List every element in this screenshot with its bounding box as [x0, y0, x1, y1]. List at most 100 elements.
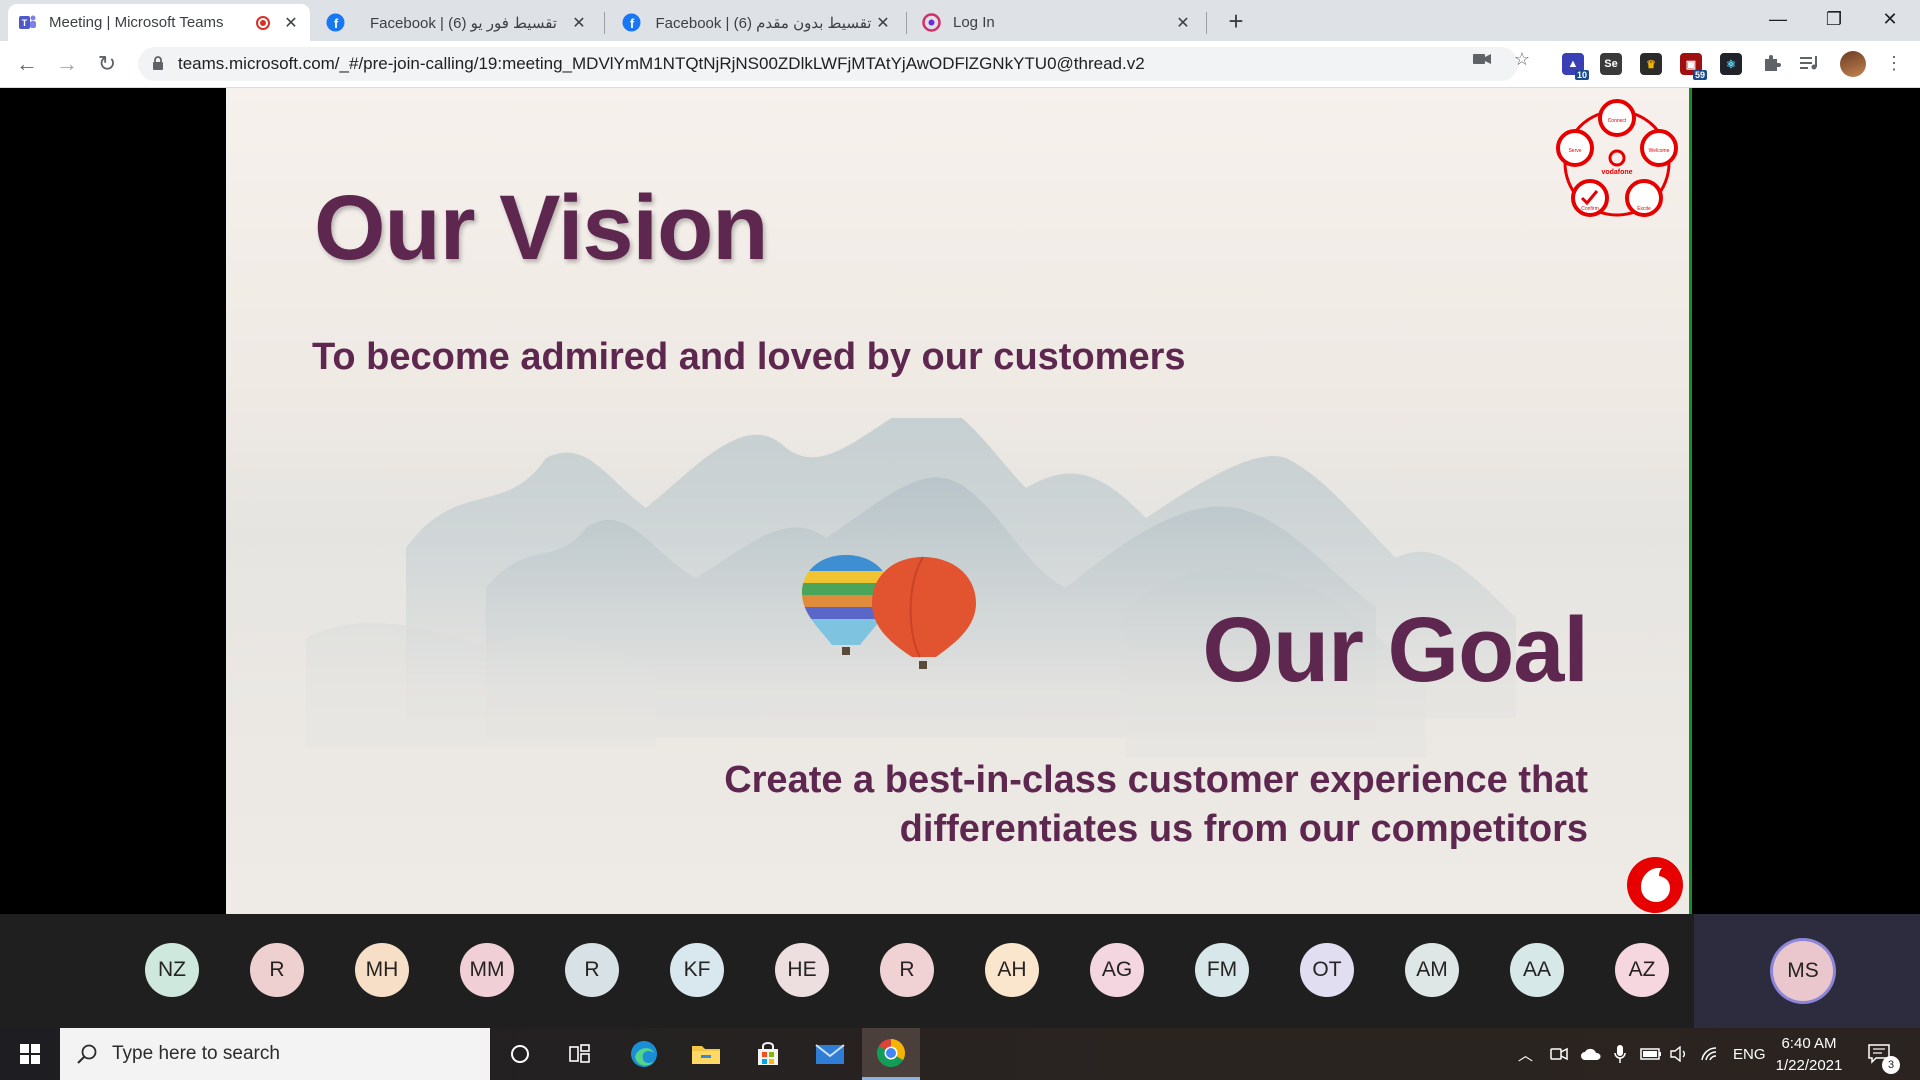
- system-clock[interactable]: 6:40 AM 1/22/2021: [1764, 1033, 1854, 1077]
- task-view-icon[interactable]: [556, 1036, 604, 1072]
- facebook-icon: f: [622, 13, 641, 32]
- svg-text:Excite: Excite: [1637, 206, 1651, 212]
- tab-microsoft-teams[interactable]: T Meeting | Microsoft Teams ✕: [8, 4, 310, 41]
- participant-avatar[interactable]: HE: [775, 943, 829, 997]
- vision-title: Our Vision: [314, 177, 769, 279]
- bookmark-star-icon[interactable]: ☆: [1512, 49, 1532, 69]
- participant-avatar[interactable]: AA: [1510, 943, 1564, 997]
- svg-text:Serve: Serve: [1568, 148, 1581, 154]
- edge-browser-icon[interactable]: [620, 1036, 668, 1072]
- back-arrow-icon[interactable]: ←: [12, 49, 42, 79]
- svg-text:Connect: Connect: [1608, 118, 1627, 124]
- tab-facebook-1[interactable]: f Facebook | تقسيط فور يو (6) ✕: [316, 4, 598, 41]
- close-tab-icon[interactable]: ✕: [1174, 14, 1192, 32]
- extensions-puzzle-icon[interactable]: [1762, 53, 1782, 73]
- profile-avatar[interactable]: [1840, 51, 1866, 77]
- onedrive-cloud-icon[interactable]: [1580, 1028, 1602, 1080]
- participant-avatar[interactable]: MM: [460, 943, 514, 997]
- restore-button[interactable]: ❐: [1806, 0, 1862, 38]
- meet-now-icon[interactable]: [1550, 1028, 1568, 1080]
- self-avatar[interactable]: MS: [1773, 941, 1833, 1001]
- address-bar[interactable]: teams.microsoft.com/_#/pre-join-calling/…: [138, 47, 1518, 81]
- tab-title: Meeting | Microsoft Teams: [49, 14, 224, 31]
- cortana-icon[interactable]: [496, 1036, 544, 1072]
- participant-avatar[interactable]: NZ: [145, 943, 199, 997]
- tab-separator: [604, 12, 605, 34]
- svg-text:f: f: [630, 16, 635, 31]
- participant-avatar[interactable]: FM: [1195, 943, 1249, 997]
- wifi-icon[interactable]: [1700, 1028, 1720, 1080]
- tab-separator: [906, 12, 907, 34]
- facebook-icon: f: [326, 13, 345, 32]
- tab-facebook-2[interactable]: f Facebook | تقسيط بدون مقدم (6) ✕: [612, 4, 902, 41]
- windows-start-icon[interactable]: [0, 1028, 60, 1080]
- browser-menu-icon[interactable]: ⋮: [1884, 53, 1904, 73]
- participant-avatar[interactable]: AG: [1090, 943, 1144, 997]
- browser-toolbar: ← → ↻ teams.microsoft.com/_#/pre-join-ca…: [0, 41, 1920, 88]
- notification-count-badge: 3: [1882, 1056, 1900, 1074]
- microsoft-store-icon[interactable]: [744, 1036, 792, 1072]
- windows-taskbar: Type here to search ︿ ENG 6:40 AM 1/22/2…: [0, 1028, 1920, 1080]
- volume-icon[interactable]: [1670, 1028, 1690, 1080]
- search-placeholder: Type here to search: [112, 1043, 280, 1064]
- camera-blocked-icon[interactable]: [1472, 49, 1492, 69]
- svg-text:Confirm: Confirm: [1581, 206, 1599, 212]
- slide-border: [1689, 88, 1692, 914]
- show-hidden-icons-icon[interactable]: ︿: [1518, 1028, 1533, 1080]
- reload-icon[interactable]: ↻: [92, 49, 122, 79]
- extension-badge: 10: [1574, 70, 1589, 80]
- input-language[interactable]: ENG: [1733, 1028, 1766, 1080]
- participant-avatar[interactable]: AM: [1405, 943, 1459, 997]
- close-tab-icon[interactable]: ✕: [874, 14, 892, 32]
- goal-statement: Create a best-in-class customer experien…: [688, 756, 1588, 854]
- shared-slide: Our Vision To become admired and loved b…: [226, 88, 1690, 914]
- goal-statement-line-2: differentiates us from our competitors: [899, 808, 1588, 850]
- participant-avatar[interactable]: R: [250, 943, 304, 997]
- crown-extension-icon[interactable]: ♛: [1640, 53, 1662, 75]
- forward-arrow-icon[interactable]: →: [52, 49, 82, 79]
- chrome-taskbar-button[interactable]: [862, 1028, 920, 1080]
- participant-avatar[interactable]: R: [880, 943, 934, 997]
- url-text[interactable]: teams.microsoft.com/_#/pre-join-calling/…: [178, 54, 1145, 74]
- svg-text:vodafone: vodafone: [1601, 169, 1632, 176]
- react-devtools-icon[interactable]: ⚛: [1720, 53, 1742, 75]
- svg-text:Welcome: Welcome: [1649, 148, 1670, 154]
- meeting-stage: Our Vision To become admired and loved b…: [0, 88, 1920, 914]
- minimize-button[interactable]: —: [1750, 0, 1806, 38]
- browser-tab-bar: T Meeting | Microsoft Teams ✕ f Facebook…: [0, 0, 1920, 41]
- file-explorer-icon[interactable]: [682, 1036, 730, 1072]
- microphone-icon[interactable]: [1614, 1028, 1626, 1080]
- close-tab-icon[interactable]: ✕: [282, 14, 300, 32]
- hot-air-balloons: [802, 555, 976, 669]
- store-extension-icon[interactable]: ▣ 59: [1680, 53, 1707, 80]
- vision-statement: To become admired and loved by our custo…: [312, 336, 1186, 378]
- lock-icon[interactable]: [152, 55, 166, 73]
- participant-avatar[interactable]: MH: [355, 943, 409, 997]
- clock-time: 6:40 AM: [1781, 1035, 1837, 1052]
- participant-avatar[interactable]: R: [565, 943, 619, 997]
- chrome-icon: [877, 1039, 905, 1067]
- participant-avatar[interactable]: OT: [1300, 943, 1354, 997]
- tab-separator: [1206, 12, 1207, 34]
- participant-avatar[interactable]: AZ: [1615, 943, 1669, 997]
- tab-log-in[interactable]: Log In ✕: [912, 4, 1202, 41]
- extension-badge: 59: [1692, 70, 1707, 80]
- clock-date: 1/22/2021: [1775, 1057, 1843, 1074]
- vodafone-logo: [1627, 857, 1683, 913]
- se-extension-icon[interactable]: Se: [1600, 53, 1622, 75]
- new-tab-button[interactable]: +: [1222, 8, 1250, 36]
- close-window-button[interactable]: ✕: [1862, 0, 1918, 38]
- tab-title: Log In: [953, 14, 995, 31]
- participant-avatar[interactable]: AH: [985, 943, 1039, 997]
- mail-icon[interactable]: [806, 1036, 854, 1072]
- svg-text:T: T: [22, 18, 28, 28]
- close-tab-icon[interactable]: ✕: [570, 14, 588, 32]
- teams-icon: T: [18, 13, 37, 32]
- participant-avatar[interactable]: KF: [670, 943, 724, 997]
- graduation-cap-extension-icon[interactable]: ▲ 10: [1562, 53, 1589, 80]
- battery-icon[interactable]: [1640, 1028, 1662, 1080]
- taskbar-search-box[interactable]: Type here to search: [60, 1028, 490, 1080]
- svg-text:f: f: [334, 16, 339, 31]
- media-control-icon[interactable]: [1800, 53, 1820, 73]
- participants-strip: NZ R MH MM R KF HE R AH AG FM OT AM AA A…: [0, 914, 1920, 1028]
